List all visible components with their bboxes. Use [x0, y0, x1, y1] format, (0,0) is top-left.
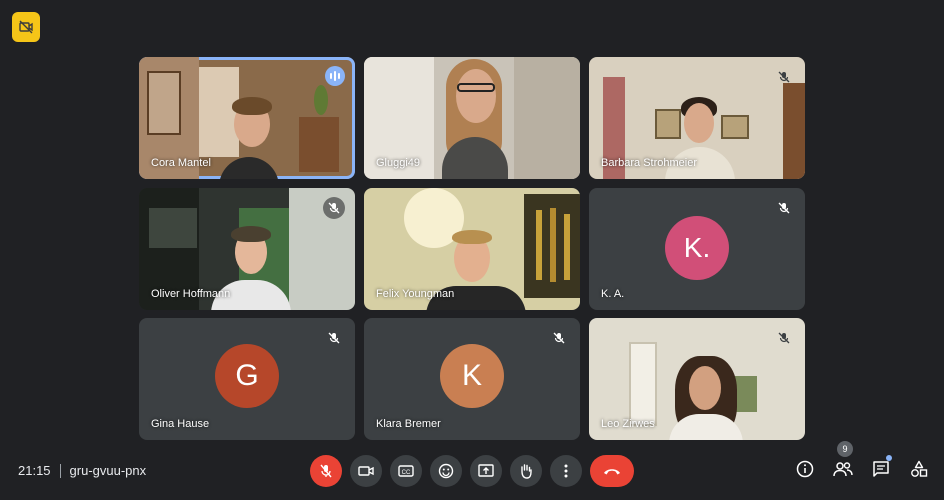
- participant-tile[interactable]: Barbara Strohmeier: [589, 57, 805, 179]
- avatar: G: [215, 344, 279, 408]
- present-screen-button[interactable]: [470, 455, 502, 487]
- captions-icon: CC: [398, 465, 414, 477]
- more-options-icon: [564, 464, 568, 478]
- divider: [59, 463, 61, 478]
- participant-tile[interactable]: Leo Zirwes: [589, 318, 805, 440]
- info-icon: [796, 460, 814, 478]
- raise-hand-icon: [521, 464, 532, 479]
- participant-tile[interactable]: Gluggi49: [364, 57, 580, 179]
- bottom-bar: 21:15 gru-gvuu-pnx CC 9: [0, 441, 944, 500]
- participant-tile[interactable]: Oliver Hoffmann: [139, 188, 355, 310]
- meeting-info: 21:15 gru-gvuu-pnx: [18, 463, 146, 478]
- participant-name: Felix Youngman: [376, 288, 455, 300]
- participant-tile[interactable]: K. K. A.: [589, 188, 805, 310]
- people-button[interactable]: 9: [832, 441, 854, 481]
- participant-count-badge: 9: [837, 441, 853, 457]
- participant-name: Leo Zirwes: [601, 418, 655, 430]
- camera-icon: [358, 466, 374, 476]
- participant-grid: Cora Mantel Gluggi49 Barbara Strohmeier: [0, 0, 944, 450]
- participant-name: Cora Mantel: [151, 157, 211, 169]
- participant-name: Barbara Strohmeier: [601, 157, 697, 169]
- participant-name: Gina Hause: [151, 418, 210, 430]
- participant-tile[interactable]: Cora Mantel: [139, 57, 355, 179]
- camera-toggle-button[interactable]: [350, 455, 382, 487]
- meeting-time: 21:15: [18, 463, 51, 478]
- muted-mic-icon: [773, 197, 795, 219]
- mic-off-icon: [320, 464, 332, 478]
- emoji-icon: [438, 463, 454, 479]
- side-controls: 9: [794, 441, 930, 481]
- meeting-details-button[interactable]: [794, 457, 816, 481]
- chat-button[interactable]: [870, 455, 892, 481]
- activities-button[interactable]: [908, 457, 930, 481]
- call-controls: CC: [310, 455, 634, 487]
- people-icon: [833, 462, 853, 477]
- participant-name: Klara Bremer: [376, 418, 441, 430]
- avatar: K.: [665, 216, 729, 280]
- participant-tile[interactable]: K Klara Bremer: [364, 318, 580, 440]
- muted-mic-icon: [323, 327, 345, 349]
- mic-toggle-button[interactable]: [310, 455, 342, 487]
- meeting-code: gru-gvuu-pnx: [69, 463, 147, 478]
- captions-button[interactable]: CC: [390, 455, 422, 487]
- participant-tile[interactable]: G Gina Hause: [139, 318, 355, 440]
- participant-name: K. A.: [601, 288, 625, 300]
- muted-mic-icon: [323, 197, 345, 219]
- activities-icon: [911, 460, 928, 477]
- speaking-indicator-icon: [325, 66, 345, 86]
- avatar: K: [440, 344, 504, 408]
- muted-mic-icon: [773, 327, 795, 349]
- leave-call-button[interactable]: [590, 455, 634, 487]
- present-icon: [478, 464, 494, 477]
- end-call-icon: [604, 469, 620, 475]
- more-options-button[interactable]: [550, 455, 582, 487]
- raise-hand-button[interactable]: [510, 455, 542, 487]
- muted-mic-icon: [773, 66, 795, 88]
- emoji-reaction-button[interactable]: [430, 455, 462, 487]
- participant-tile[interactable]: Felix Youngman: [364, 188, 580, 310]
- participant-name: Gluggi49: [376, 157, 421, 169]
- chat-icon: [873, 461, 889, 477]
- participant-name: Oliver Hoffmann: [151, 288, 231, 300]
- muted-mic-icon: [548, 327, 570, 349]
- svg-text:CC: CC: [402, 470, 411, 476]
- unread-indicator: [886, 455, 892, 461]
